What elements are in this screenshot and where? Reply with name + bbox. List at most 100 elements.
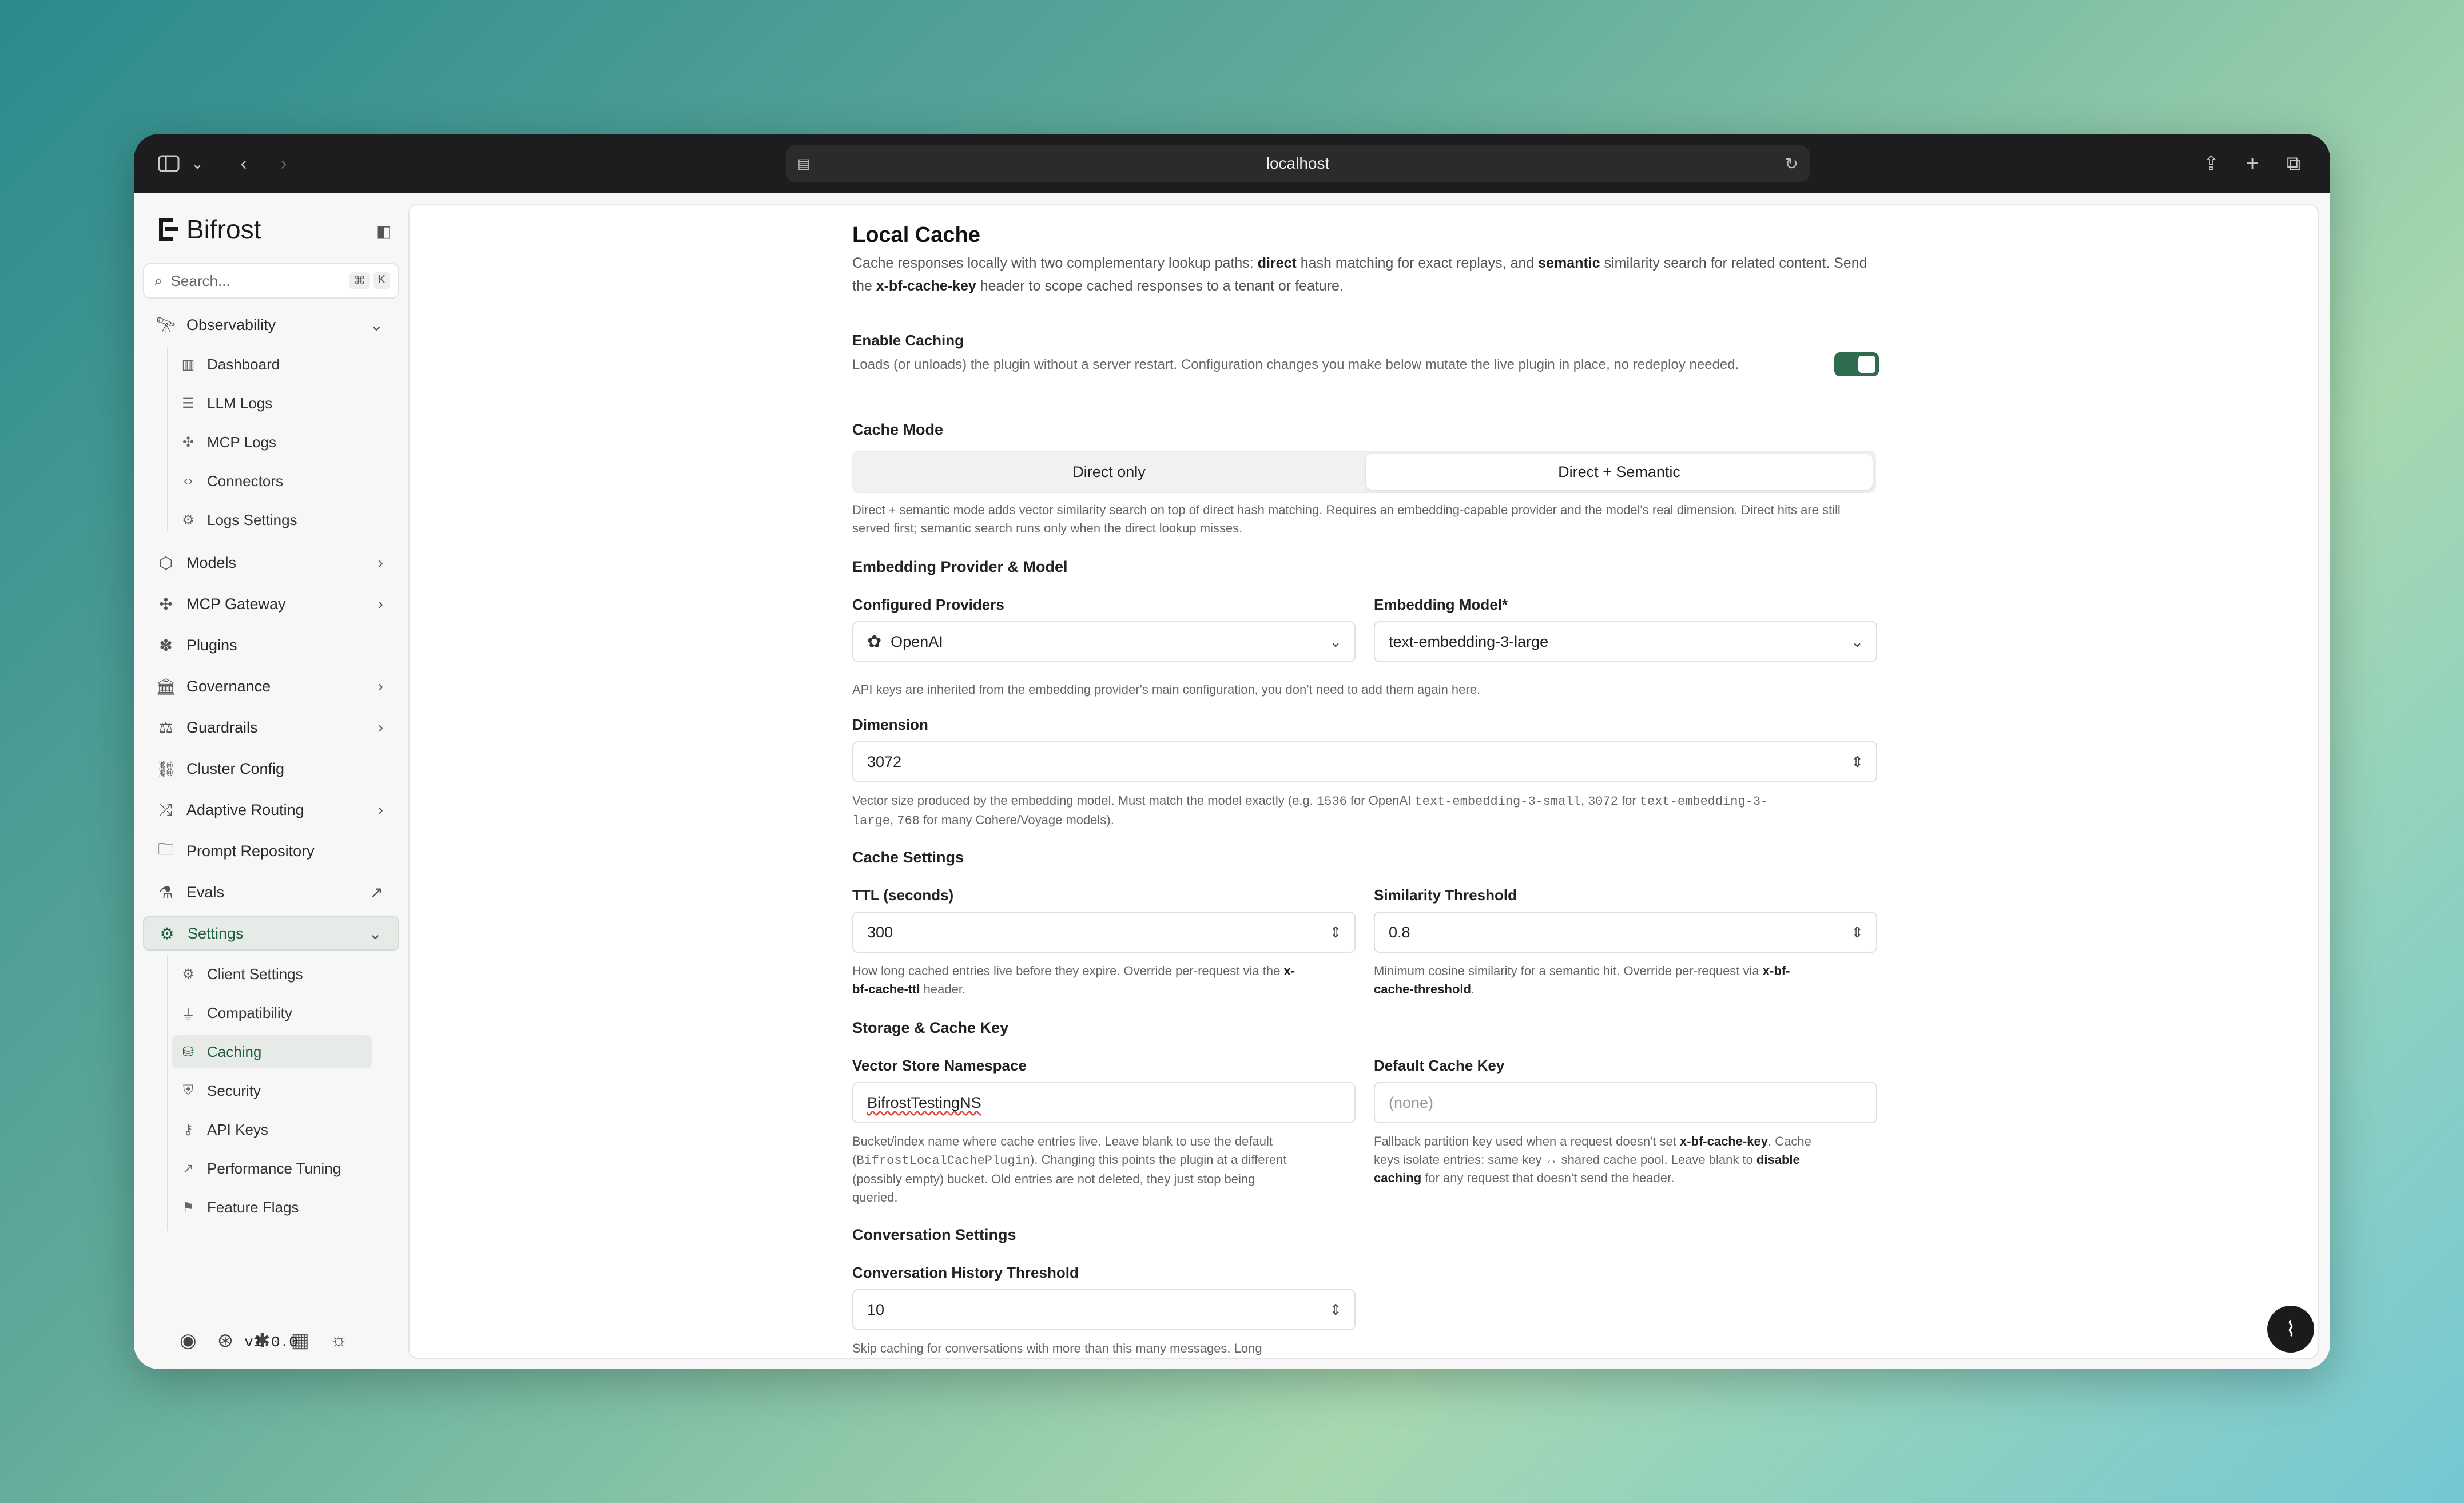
nav-divider <box>167 348 168 531</box>
activity-button[interactable]: ⌇ <box>2267 1306 2314 1353</box>
page-icon: ▤ <box>797 156 810 172</box>
browser-titlebar: ⌄ ‹ › ▤ localhost ↻ ⇪ + ⧉ <box>134 134 2330 193</box>
conversation-section-title: Conversation Settings <box>852 1226 1016 1243</box>
stepper-icon[interactable]: ⇕ <box>1851 924 1863 941</box>
page-description: Cache responses locally with two complem… <box>852 255 1867 294</box>
enable-caching-toggle[interactable] <box>1834 352 1879 376</box>
nav-models[interactable]: ⬡ Models › <box>143 546 399 580</box>
shield-icon: ⛨ <box>183 1083 193 1098</box>
cache-mode-direct-only[interactable]: Direct only <box>856 454 1362 490</box>
nav-governance[interactable]: 🏛︎ Governance › <box>143 669 399 703</box>
chevron-right-icon: › <box>377 718 383 736</box>
embedding-help: API keys are inherited from the embeddin… <box>852 682 1481 697</box>
sliders-icon: ⚙ <box>160 924 174 943</box>
sidebar-item-connectors[interactable]: ‹› Connectors <box>172 464 372 498</box>
nav-plugins[interactable]: ✽ Plugins <box>143 628 399 662</box>
sidebar-item-mcp-logs[interactable]: ✣ MCP Logs <box>172 426 372 459</box>
default-cache-key-input[interactable]: (none) <box>1374 1082 1877 1123</box>
nav-adaptive-routing[interactable]: ⤮ Adaptive Routing › <box>143 793 399 827</box>
sidebar-item-caching[interactable]: ⛁ Caching <box>172 1035 372 1068</box>
nav-mcp-gateway[interactable]: ✣ MCP Gateway › <box>143 587 399 621</box>
database-icon: ⛁ <box>182 1044 194 1060</box>
stepper-icon[interactable]: ⇕ <box>1329 924 1342 941</box>
sidebar-toggle-icon[interactable] <box>154 151 183 176</box>
dimension-label: Dimension <box>852 716 928 733</box>
namespace-input[interactable]: BifrostTestingNS <box>852 1082 1356 1123</box>
sidebar-item-compatibility[interactable]: ⏚ Compatibility <box>172 996 372 1029</box>
ttl-input[interactable]: 300 ⇕ <box>852 912 1356 953</box>
sidebar-item-logs-settings[interactable]: ⚙ Logs Settings <box>172 503 372 536</box>
chevron-down-icon: ⌄ <box>369 316 383 334</box>
flask-icon: ⚗ <box>158 883 173 901</box>
sidebar-item-dashboard[interactable]: ▥ Dashboard <box>172 348 372 381</box>
shuffle-icon: ⤮ <box>159 800 173 818</box>
nav-cluster-config[interactable]: ⛓ Cluster Config <box>143 751 399 786</box>
similarity-input[interactable]: 0.8 ⇕ <box>1374 912 1877 953</box>
embedding-model-label: Embedding Model* <box>1374 596 1508 613</box>
cache-mode-help: Direct + semantic mode adds vector simil… <box>852 503 1841 535</box>
namespace-label: Vector Store Namespace <box>852 1057 1027 1074</box>
page-title: Local Cache <box>852 223 980 247</box>
enable-caching-help: Loads (or unloads) the plugin without a … <box>852 357 1739 372</box>
history-threshold-help: Skip caching for conversations with more… <box>852 1341 1262 1355</box>
similarity-label: Similarity Threshold <box>1374 886 1517 904</box>
sidebar-item-security[interactable]: ⛨ Security <box>172 1074 372 1107</box>
sidebar-item-feature-flags[interactable]: ⚑ Feature Flags <box>172 1191 372 1224</box>
folder-icon: 🗀 <box>157 840 174 858</box>
reload-icon[interactable]: ↻ <box>1785 154 1798 173</box>
brand-logo[interactable]: Bifrost <box>159 214 261 245</box>
chevron-down-icon: ⌄ <box>368 924 382 943</box>
cache-settings-title: Cache Settings <box>852 849 964 866</box>
chevron-right-icon: › <box>377 677 383 695</box>
forward-icon[interactable]: › <box>272 151 295 176</box>
tab-overview-icon[interactable]: ⧉ <box>2282 151 2305 176</box>
storage-section-title: Storage & Cache Key <box>852 1019 1009 1036</box>
dimension-input[interactable]: 3072 ⇕ <box>852 741 1877 782</box>
cache-mode-label: Cache Mode <box>852 421 944 438</box>
mcp-icon: ✣ <box>182 434 194 450</box>
enable-caching-label: Enable Caching <box>852 332 964 349</box>
search-shortcut: ⌘ K <box>349 272 390 289</box>
search-icon: ⌕ <box>154 272 163 289</box>
ttl-help: How long cached entries live before they… <box>852 964 1295 996</box>
puzzle-icon: ✽ <box>159 636 173 654</box>
brand-name: Bifrost <box>186 214 261 244</box>
nav-observability[interactable]: 🔭︎ Observability ⌄ <box>143 308 399 342</box>
sidebar-item-client-settings[interactable]: ⚙ Client Settings <box>172 957 372 991</box>
version-label: v1.0.0 <box>244 1334 298 1351</box>
nav-prompt-repository[interactable]: 🗀 Prompt Repository <box>143 834 399 868</box>
sidebar-item-performance-tuning[interactable]: ↗ Performance Tuning <box>172 1152 372 1185</box>
flag-icon: ⚑ <box>182 1199 194 1215</box>
gear-icon: ⚙ <box>182 512 194 528</box>
embedding-model-select[interactable]: text-embedding-3-large ⌄ <box>1374 621 1877 662</box>
back-icon[interactable]: ‹ <box>232 151 255 176</box>
sidebar-item-llm-logs[interactable]: ☰ LLM Logs <box>172 387 372 420</box>
history-threshold-input[interactable]: 10 ⇕ <box>852 1289 1356 1330</box>
providers-label: Configured Providers <box>852 596 1004 613</box>
share-icon[interactable]: ⇪ <box>2200 151 2223 176</box>
search-input[interactable]: ⌕ Search... ⌘ K <box>143 263 399 299</box>
chevron-right-icon: › <box>377 595 383 613</box>
provider-select[interactable]: ✿ OpenAI ⌄ <box>852 621 1356 662</box>
history-threshold-label: Conversation History Threshold <box>852 1264 1079 1281</box>
trend-icon: ↗ <box>182 1160 194 1176</box>
gear-icon: ⚙ <box>182 966 194 982</box>
nav-evals[interactable]: ⚗ Evals ↗ <box>143 875 399 909</box>
similarity-help: Minimum cosine similarity for a semantic… <box>1374 964 1790 996</box>
chevron-down-icon[interactable]: ⌄ <box>189 151 206 176</box>
cache-mode-selector: Direct only Direct + Semantic <box>852 451 1876 493</box>
sidebar-item-api-keys[interactable]: ⚷ API Keys <box>172 1113 372 1146</box>
chevron-right-icon: › <box>377 801 383 818</box>
key-icon: ⚷ <box>183 1122 193 1138</box>
stepper-icon[interactable]: ⇕ <box>1329 1301 1342 1319</box>
cube-icon: ⬡ <box>158 554 173 572</box>
cache-mode-direct-semantic[interactable]: Direct + Semantic <box>1366 454 1873 490</box>
bifrost-logo-icon <box>159 218 178 241</box>
collapse-sidebar-icon[interactable]: ◧ <box>376 222 391 241</box>
nav-guardrails[interactable]: ⚖ Guardrails › <box>143 710 399 745</box>
address-bar[interactable]: ▤ localhost ↻ <box>786 145 1810 182</box>
search-placeholder: Search... <box>170 272 230 289</box>
new-tab-icon[interactable]: + <box>2241 151 2264 176</box>
stepper-icon[interactable]: ⇕ <box>1851 753 1863 771</box>
nav-settings[interactable]: ⚙ Settings ⌄ <box>143 916 399 951</box>
